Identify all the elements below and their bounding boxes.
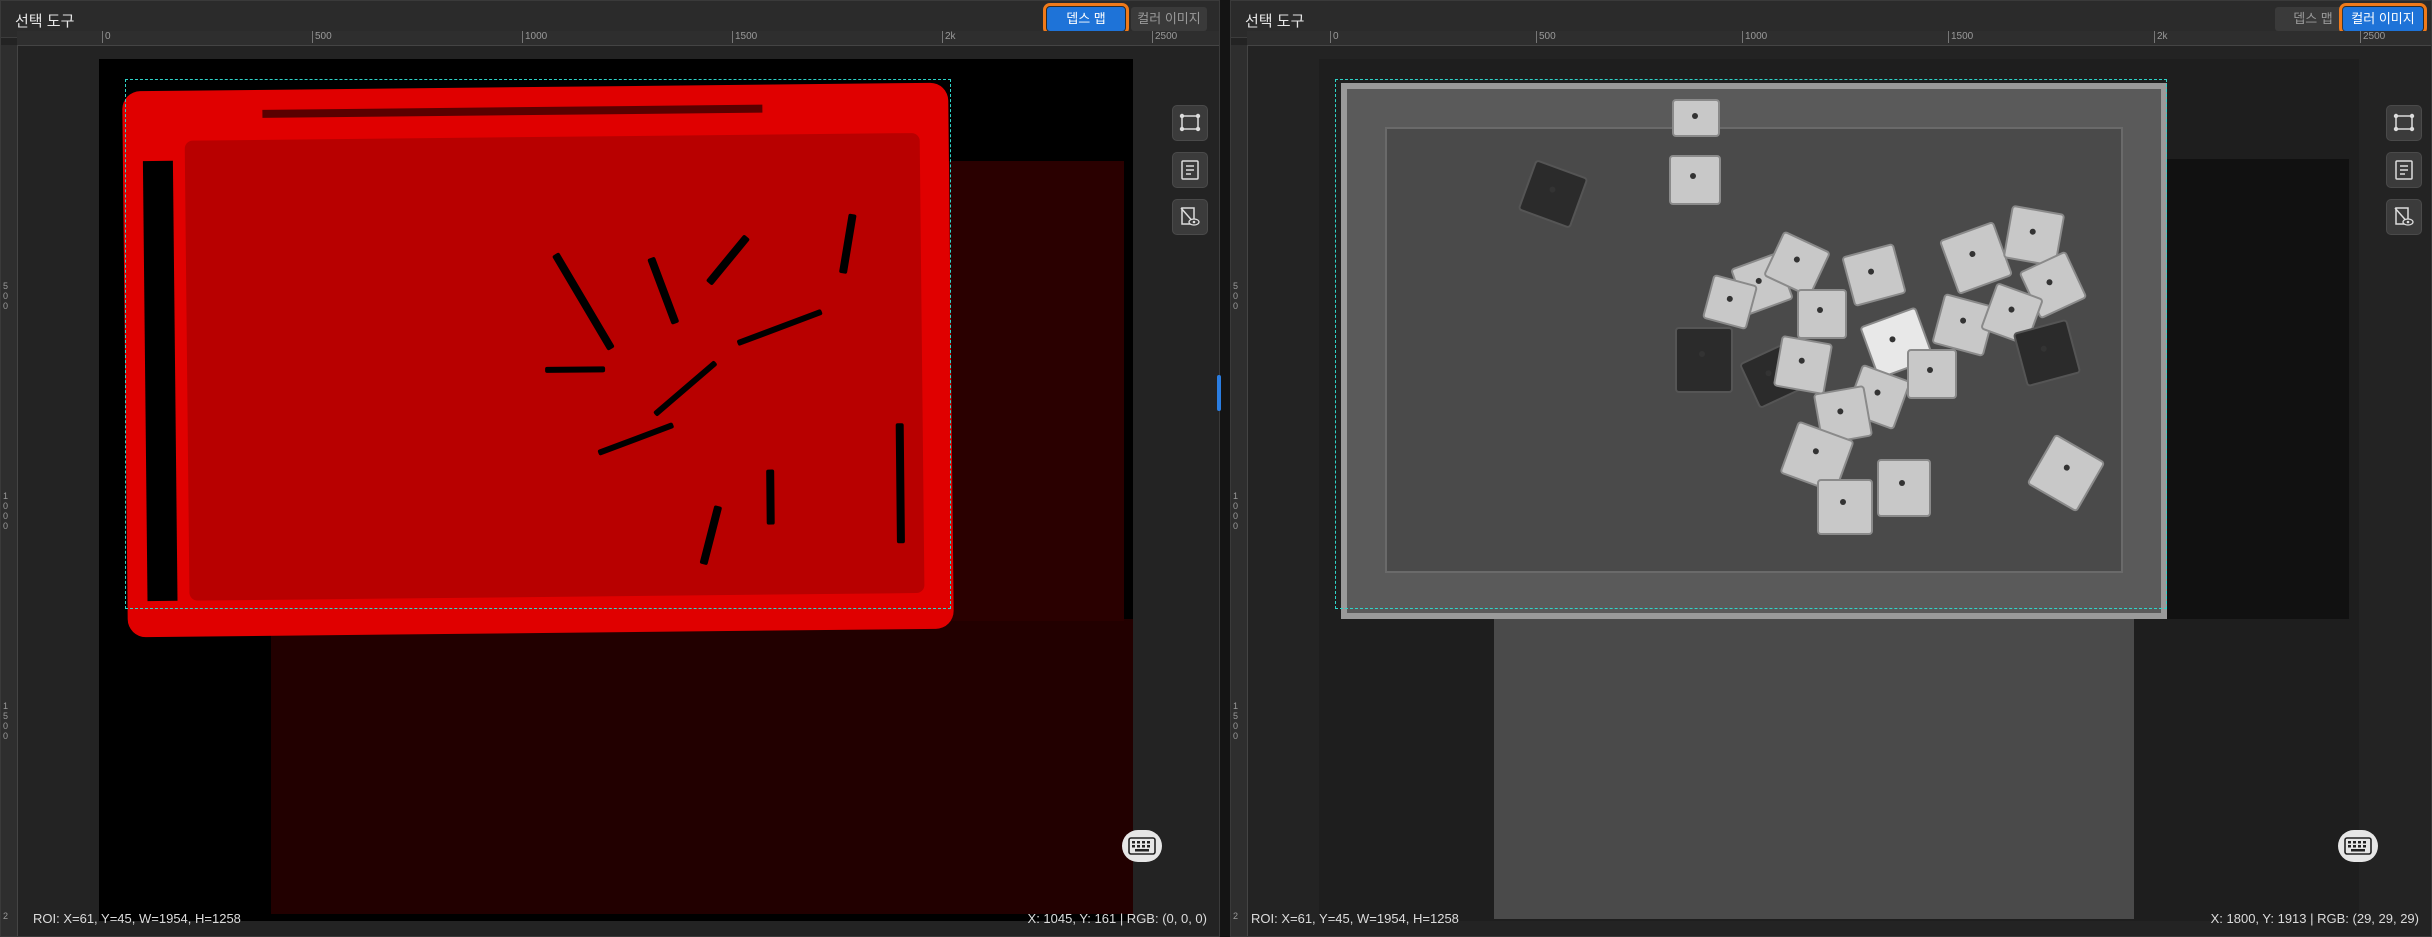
roi-status: ROI: X=61, Y=45, W=1954, H=1258 (1251, 911, 1459, 926)
ruler-tick: 0 (102, 31, 111, 43)
roi-tool-button[interactable] (1172, 105, 1208, 141)
panel-title: 선택 도구 (15, 13, 75, 30)
ruler-tick: 1500 (731, 31, 758, 43)
tab-depth-map[interactable]: 뎁스 맵 (1043, 3, 1129, 35)
image-eye-icon (2394, 207, 2414, 226)
ruler-tick: 500 (3, 281, 9, 311)
cursor-status: X: 1045, Y: 161 | RGB: (0, 0, 0) (1027, 911, 1207, 926)
ruler-tick: 500 (1233, 281, 1239, 311)
ruler-tick: 2k (942, 31, 956, 43)
checklist-button[interactable] (2386, 152, 2422, 188)
checklist-icon (2395, 160, 2413, 180)
ruler-tick: 1000 (3, 491, 9, 531)
checklist-button[interactable] (1172, 152, 1208, 188)
ruler-tick: 1000 (1741, 31, 1768, 43)
color-image[interactable] (1319, 59, 2359, 921)
horizontal-ruler: 0 500 1000 1500 2k 2500 (1247, 31, 2431, 46)
splitter-handle[interactable] (1217, 375, 1221, 411)
roi-polygon-icon (1179, 113, 1201, 132)
ruler-tick: 0 (1330, 31, 1339, 43)
ruler-tick: 2 (3, 911, 9, 921)
depth-region (944, 161, 1124, 621)
ruler-tick: 2500 (1151, 31, 1178, 43)
checklist-icon (1181, 160, 1199, 180)
visibility-button[interactable] (2386, 199, 2422, 235)
roi-polygon-icon (2393, 113, 2415, 132)
panel-title: 선택 도구 (1245, 13, 1305, 30)
tab-color-image[interactable]: 컬러 이미지 (2339, 3, 2427, 35)
keyboard-button[interactable] (2338, 830, 2378, 862)
vertical-ruler: 500 1000 1500 2 (1231, 45, 1248, 936)
roi-tool-button[interactable] (2386, 105, 2422, 141)
ruler-tick: 1500 (1947, 31, 1974, 43)
ruler-tick: 500 (312, 31, 332, 43)
depth-region (271, 619, 1133, 914)
color-image-panel: 선택 도구 뎁스 맵 컬러 이미지 0 500 1000 1500 2k 250… (1230, 0, 2432, 937)
roi-rectangle[interactable] (125, 79, 951, 609)
ruler-tick: 2k (2154, 31, 2168, 43)
ruler-tick: 500 (1536, 31, 1556, 43)
ruler-tick: 1500 (1233, 701, 1239, 741)
ruler-tick: 1500 (3, 701, 9, 741)
vertical-ruler: 500 1000 1500 2 (1, 45, 18, 936)
roi-rectangle[interactable] (1335, 79, 2167, 609)
tab-depth-map[interactable]: 뎁스 맵 (2275, 7, 2351, 31)
keyboard-button[interactable] (1122, 830, 1162, 862)
ruler-tick: 2500 (2359, 31, 2386, 43)
tab-color-image[interactable]: 컬러 이미지 (1131, 7, 1207, 31)
ruler-tick: 1000 (521, 31, 548, 43)
side-object (2159, 159, 2349, 619)
panel-divider (1220, 0, 1230, 937)
keyboard-icon (1128, 837, 1156, 855)
visibility-button[interactable] (1172, 199, 1208, 235)
ruler-tick: 2 (1233, 911, 1239, 921)
roi-status: ROI: X=61, Y=45, W=1954, H=1258 (33, 911, 241, 926)
image-eye-icon (1180, 207, 1200, 226)
ruler-tick: 1000 (1233, 491, 1239, 531)
keyboard-icon (2344, 837, 2372, 855)
horizontal-ruler: 0 500 1000 1500 2k 2500 (17, 31, 1219, 46)
cursor-status: X: 1800, Y: 1913 | RGB: (29, 29, 29) (2210, 911, 2419, 926)
table-surface (1494, 619, 2134, 919)
depth-map-panel: 선택 도구 뎁스 맵 컬러 이미지 0 500 1000 1500 2k 250… (0, 0, 1220, 937)
depth-map-image[interactable] (99, 59, 1133, 921)
